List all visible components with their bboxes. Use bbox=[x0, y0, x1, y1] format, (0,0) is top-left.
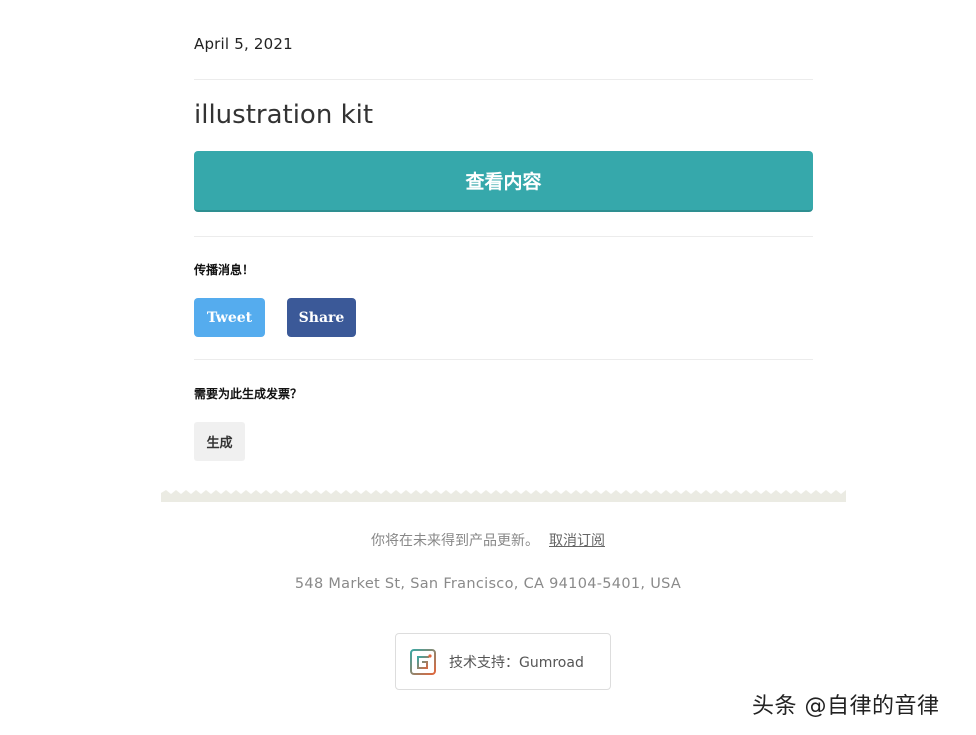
share-section-label: 传播消息！ bbox=[194, 263, 255, 277]
zigzag-divider bbox=[161, 490, 846, 502]
powered-by-text: 技术支持：Gumroad bbox=[449, 654, 584, 671]
divider bbox=[194, 79, 813, 80]
divider bbox=[194, 236, 813, 237]
product-title: illustration kit bbox=[194, 100, 374, 130]
watermark: 头条 @自律的音律 bbox=[752, 694, 940, 719]
updates-text: 你将在未来得到产品更新。 bbox=[371, 533, 539, 549]
company-address: 548 Market St, San Francisco, CA 94104-5… bbox=[294, 576, 682, 592]
updates-notice: 你将在未来得到产品更新。 取消订阅 bbox=[0, 530, 976, 550]
divider bbox=[194, 359, 813, 360]
facebook-share-button[interactable]: Share bbox=[287, 298, 356, 337]
purchase-date: April 5, 2021 bbox=[194, 35, 293, 53]
generate-invoice-button[interactable]: 生成 bbox=[194, 422, 245, 461]
view-content-button[interactable]: 查看内容 bbox=[194, 151, 813, 212]
unsubscribe-link[interactable]: 取消订阅 bbox=[549, 533, 605, 549]
powered-by-gumroad-badge[interactable]: 技术支持：Gumroad bbox=[395, 633, 611, 690]
gumroad-logo-icon bbox=[410, 648, 436, 675]
invoice-section-label: 需要为此生成发票？ bbox=[194, 387, 303, 401]
tweet-button[interactable]: Tweet bbox=[194, 298, 265, 337]
